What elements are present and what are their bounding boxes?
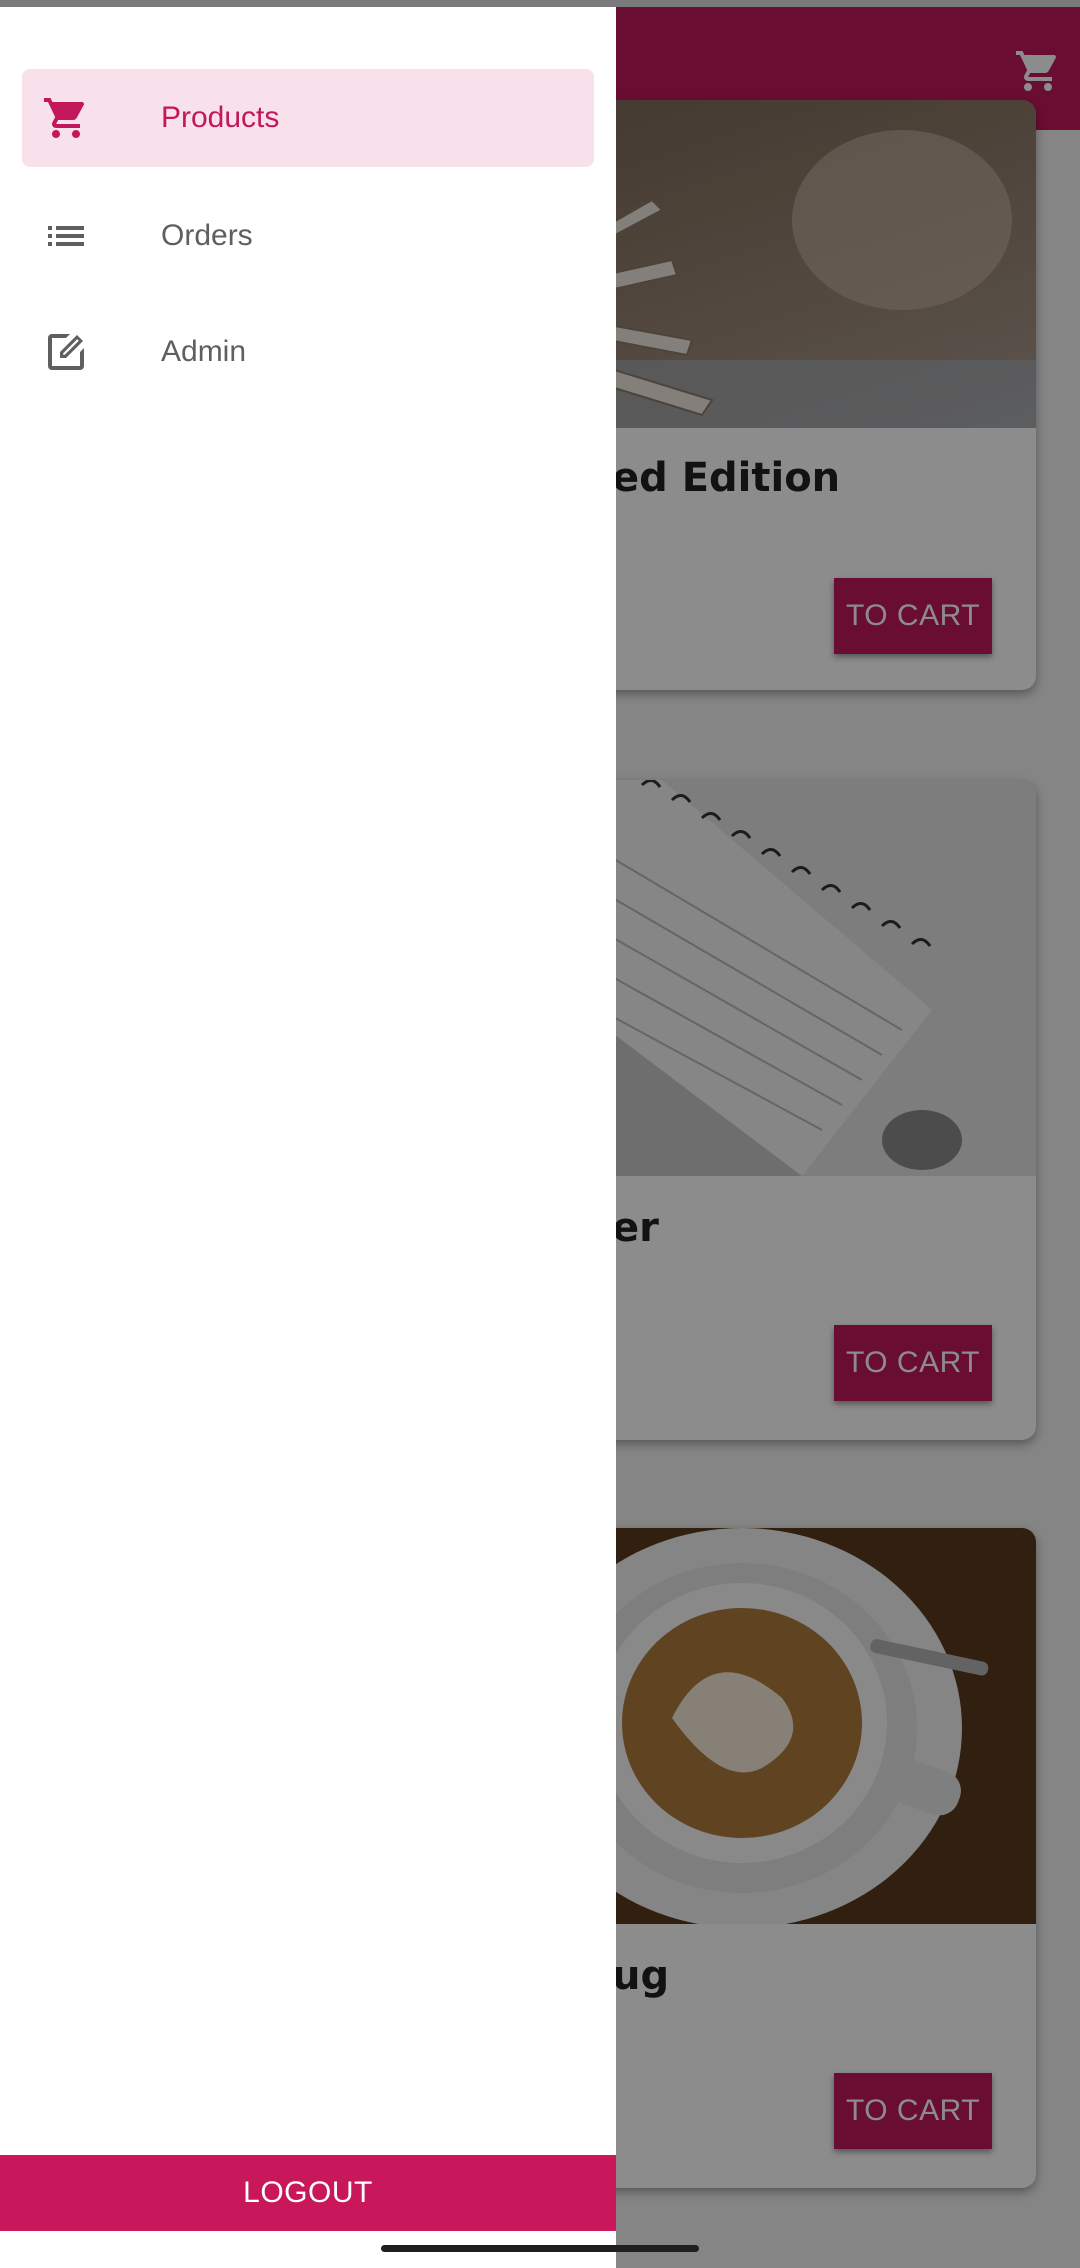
status-bar	[0, 0, 1080, 7]
home-indicator[interactable]	[381, 2245, 699, 2252]
logout-button[interactable]: LOGOUT	[0, 2155, 616, 2231]
nav-item-orders[interactable]: Orders	[22, 187, 594, 285]
navigation-drawer: Products Orders Admin	[0, 7, 616, 2268]
list-icon	[48, 226, 84, 246]
nav-label-admin: Admin	[161, 335, 247, 368]
nav-label-products: Products	[161, 101, 280, 134]
nav-label-orders: Orders	[161, 219, 253, 252]
nav-item-admin[interactable]: Admin	[22, 303, 594, 401]
edit-icon	[48, 334, 84, 370]
nav-item-products[interactable]: Products	[22, 69, 594, 167]
cart-icon	[44, 98, 85, 138]
